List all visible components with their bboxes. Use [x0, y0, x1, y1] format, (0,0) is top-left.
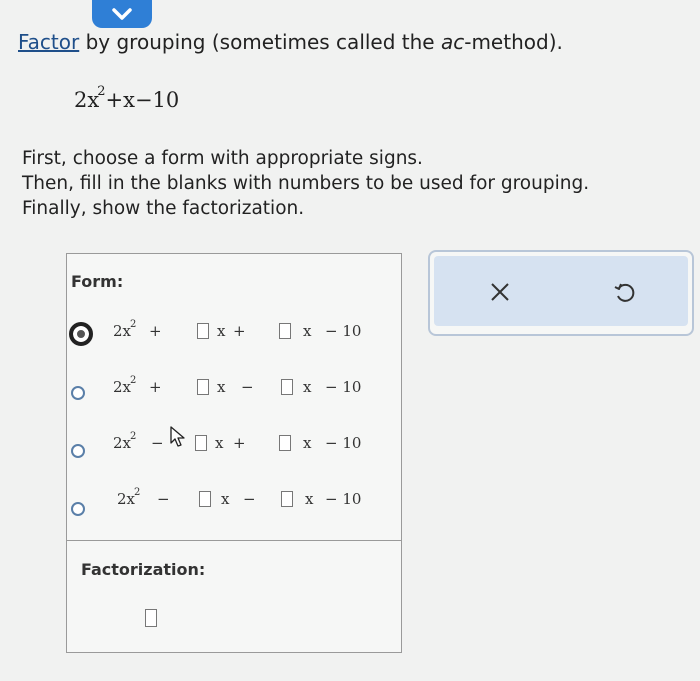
option-op1: −: [157, 490, 170, 508]
blank-1a[interactable]: [197, 323, 209, 339]
option-op2: +: [233, 322, 246, 340]
expr-exponent: 2: [97, 84, 106, 99]
section-divider: [67, 540, 401, 541]
blank-3b[interactable]: [279, 435, 291, 451]
form-option-2[interactable]: 2x2 + x − x − 10: [67, 374, 401, 408]
form-option-4[interactable]: 2x2 − x − x − 10: [67, 486, 401, 520]
factorization-label: Factorization:: [81, 560, 206, 579]
option-lead: 2x2: [117, 487, 141, 508]
option-tail: − 10: [325, 378, 362, 396]
title-text-a: by grouping (sometimes called the: [79, 30, 441, 54]
collapse-toggle[interactable]: [92, 0, 152, 28]
polynomial-expression: 2x2+x−10: [74, 84, 180, 112]
title-text-b: -method).: [464, 30, 563, 54]
option-x2: x: [305, 490, 314, 508]
radio-option-1[interactable]: [69, 322, 93, 346]
option-op1: +: [149, 378, 162, 396]
problem-title: Factor by grouping (sometimes called the…: [18, 30, 563, 54]
option-x1: x: [217, 378, 226, 396]
instructions: First, choose a form with appropriate si…: [22, 146, 589, 221]
close-icon: [491, 283, 509, 301]
option-op2: −: [243, 490, 256, 508]
mouse-cursor-icon: [170, 426, 185, 447]
option-x1: x: [221, 490, 230, 508]
option-x2: x: [303, 434, 312, 452]
answer-panel: Form: 2x2 + x + x − 10 2x2 + x − x − 10: [66, 253, 402, 653]
instruction-line-1: First, choose a form with appropriate si…: [22, 148, 423, 169]
radio-option-3[interactable]: [71, 444, 85, 458]
option-op2: +: [233, 434, 246, 452]
form-option-3[interactable]: 2x2 − x + x − 10: [67, 430, 401, 464]
instruction-line-2: Then, fill in the blanks with numbers to…: [22, 173, 590, 194]
undo-icon: [614, 283, 635, 302]
option-op1: +: [149, 322, 162, 340]
option-lead: 2x2: [113, 431, 137, 452]
option-x2: x: [303, 378, 312, 396]
chevron-down-icon: [112, 8, 132, 20]
instruction-line-3: Finally, show the factorization.: [22, 198, 305, 219]
option-lead: 2x2: [113, 319, 137, 340]
option-tail: − 10: [325, 434, 362, 452]
expr-rest: +x−10: [105, 88, 180, 112]
form-section: Form: 2x2 + x + x − 10 2x2 + x − x − 10: [67, 254, 401, 540]
blank-4a[interactable]: [199, 491, 211, 507]
option-tail: − 10: [325, 322, 362, 340]
option-lead: 2x2: [113, 375, 137, 396]
action-panel: [428, 250, 694, 336]
option-x1: x: [217, 322, 226, 340]
blank-1b[interactable]: [279, 323, 291, 339]
radio-option-4[interactable]: [71, 502, 85, 516]
option-x1: x: [215, 434, 224, 452]
blank-2b[interactable]: [281, 379, 293, 395]
expr-leading-term: 2x: [74, 88, 100, 112]
action-bar: [434, 256, 688, 326]
factorization-input[interactable]: [145, 609, 157, 627]
title-text-ac: ac: [440, 30, 465, 54]
form-label: Form:: [71, 272, 124, 291]
clear-button[interactable]: [480, 272, 520, 312]
radio-option-2[interactable]: [71, 386, 85, 400]
option-op1: −: [151, 434, 164, 452]
option-x2: x: [303, 322, 312, 340]
blank-2a[interactable]: [197, 379, 209, 395]
factor-link[interactable]: Factor: [18, 30, 79, 54]
blank-3a[interactable]: [195, 435, 207, 451]
form-option-1[interactable]: 2x2 + x + x − 10: [67, 316, 401, 350]
undo-button[interactable]: [604, 272, 644, 312]
option-op2: −: [241, 378, 254, 396]
option-tail: − 10: [325, 490, 362, 508]
blank-4b[interactable]: [281, 491, 293, 507]
